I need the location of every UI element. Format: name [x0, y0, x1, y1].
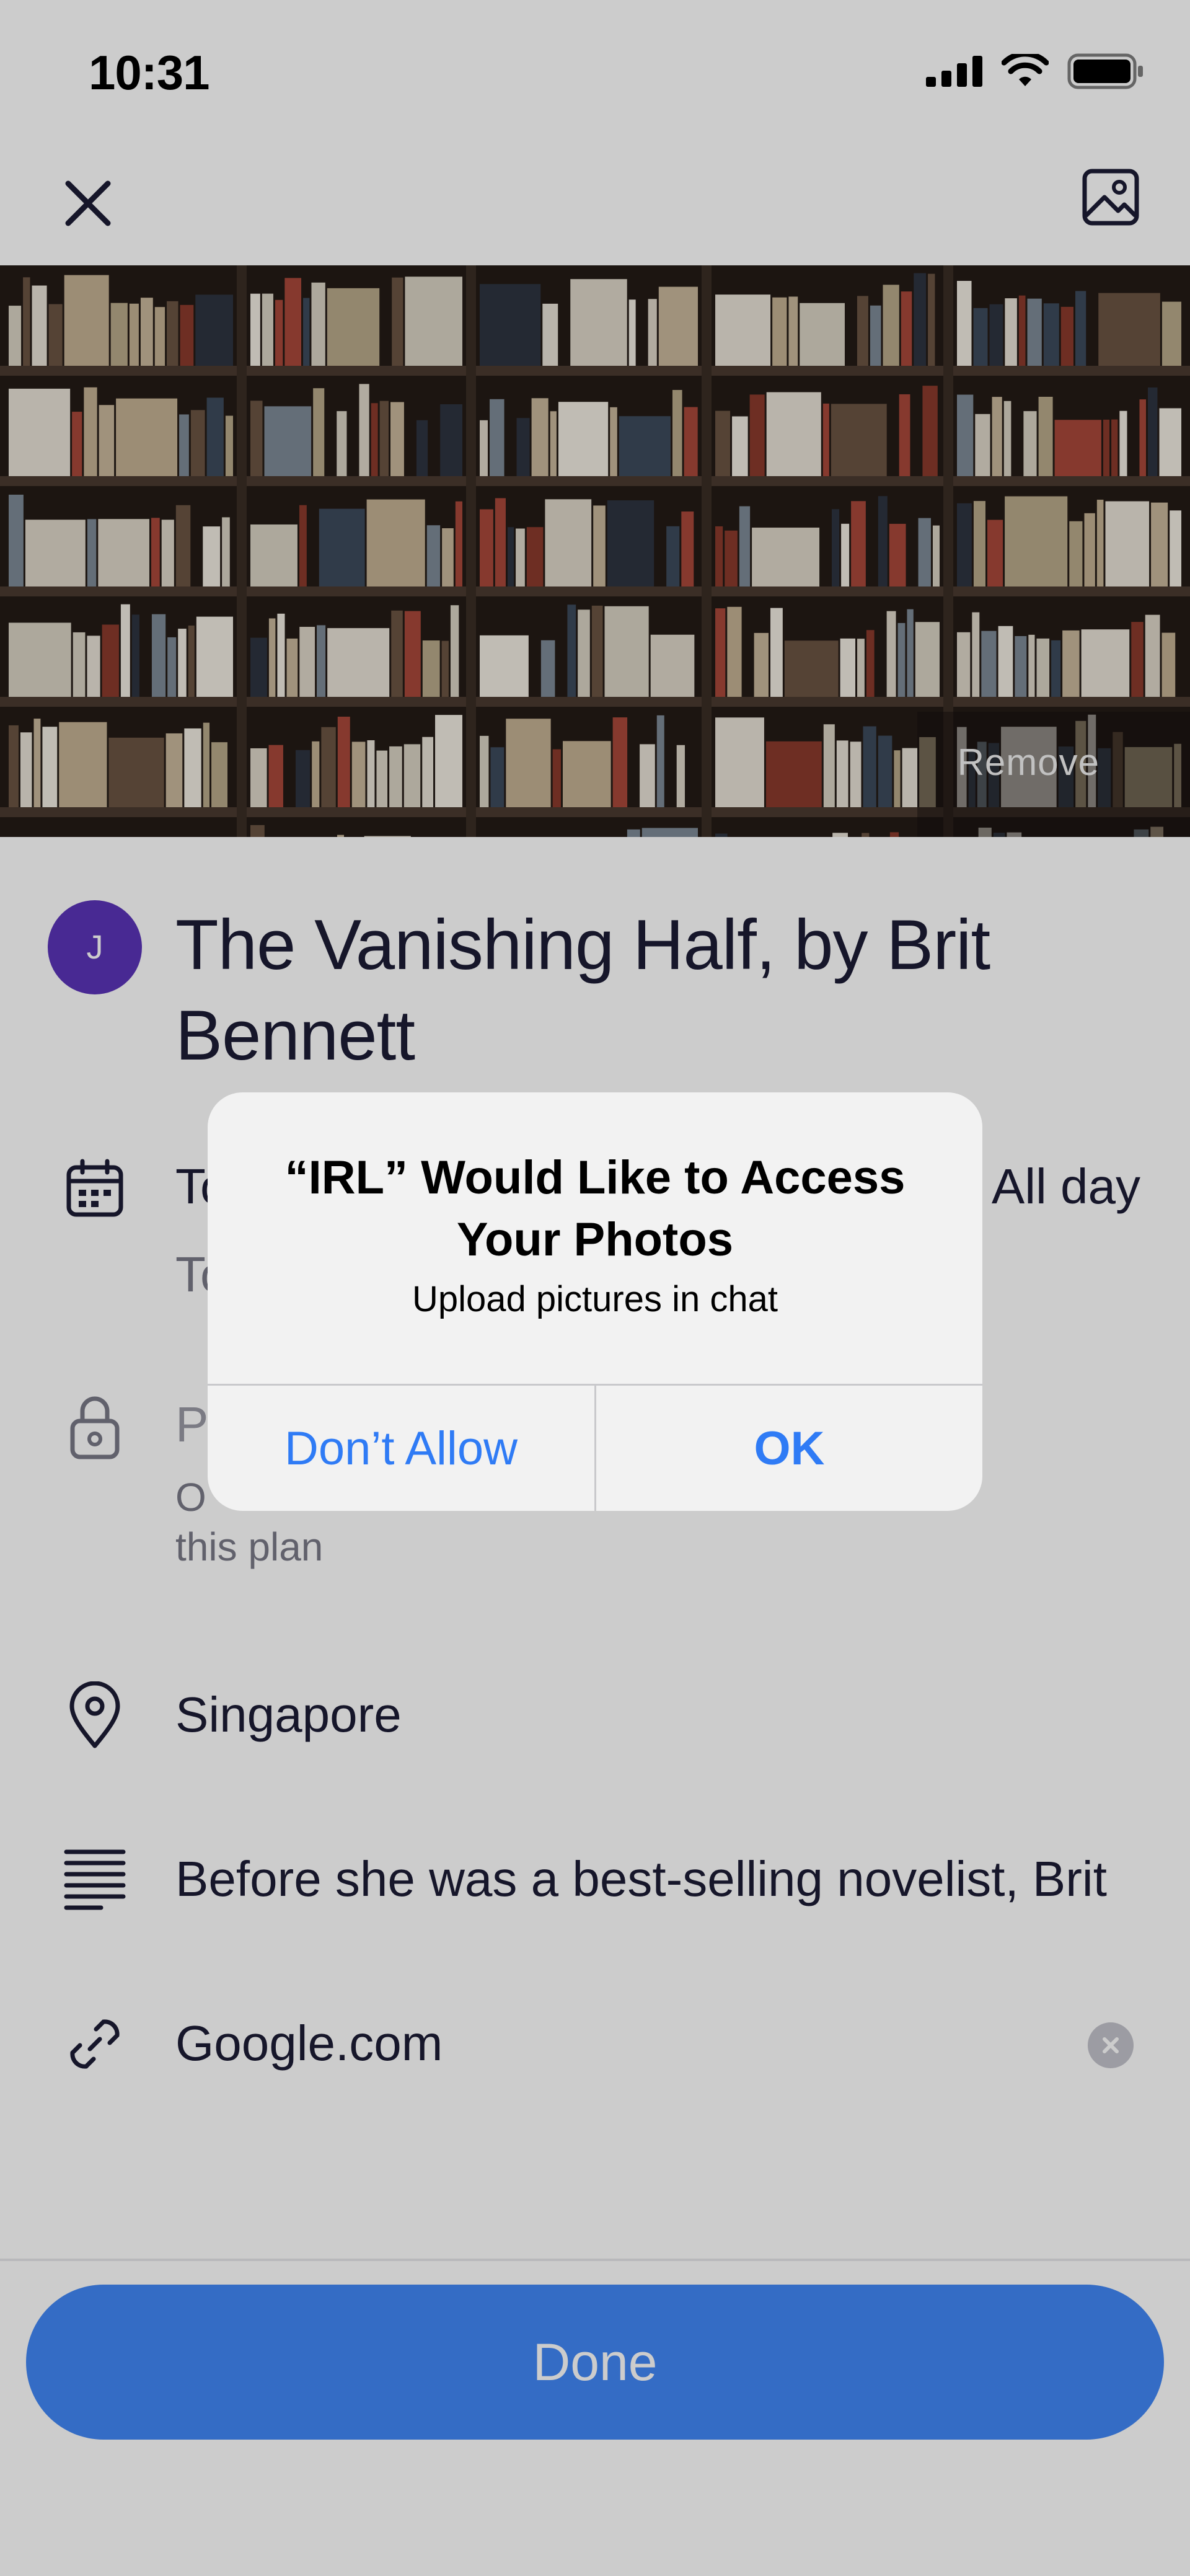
alert-title: “IRL” Would Like to Access Your Photos: [284, 1151, 906, 1266]
dont-allow-button[interactable]: Don’t Allow: [208, 1386, 594, 1511]
alert-message: Upload pictures in chat: [412, 1279, 778, 1319]
event-editor-screen: 10:31 Remove J The Vanishing Half, by Br…: [0, 0, 1190, 2576]
ok-button[interactable]: OK: [596, 1386, 982, 1511]
photo-permission-alert: “IRL” Would Like to Access Your Photos U…: [208, 1092, 982, 1511]
